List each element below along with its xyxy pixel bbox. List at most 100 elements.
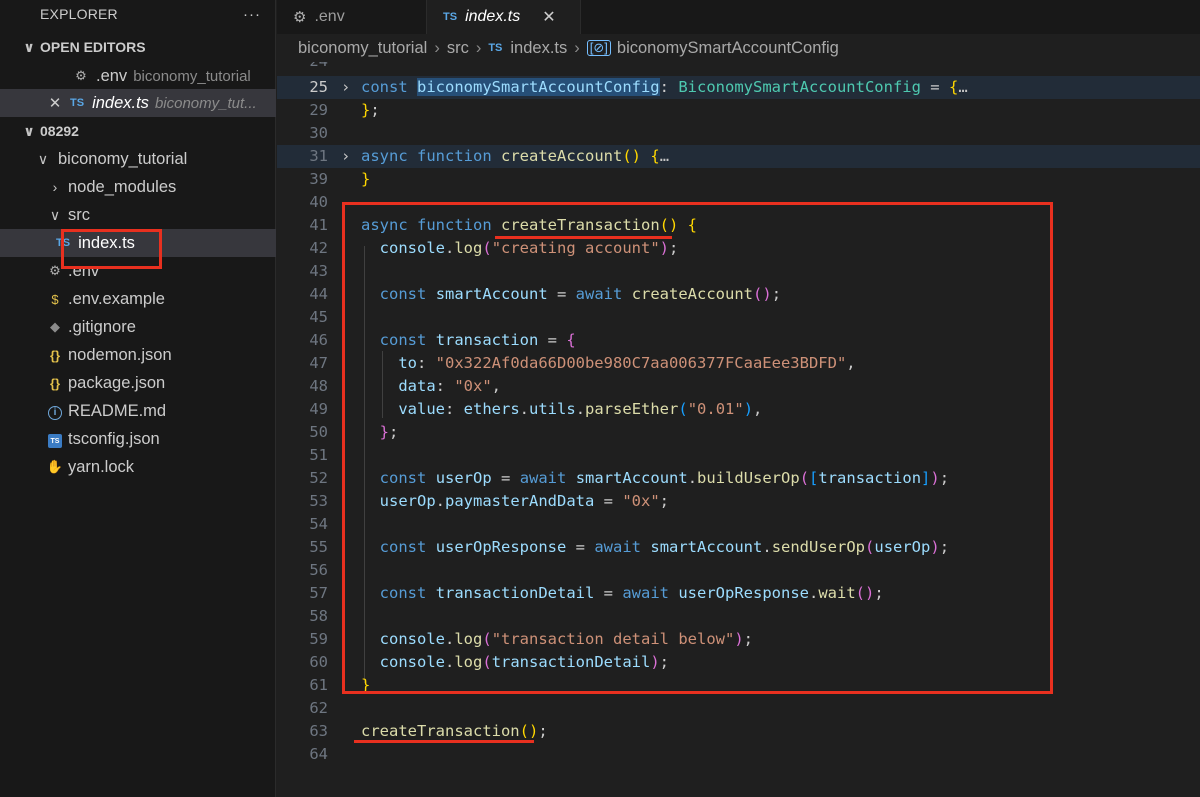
- more-actions-icon[interactable]: ···: [243, 6, 261, 23]
- file-label: package.json: [68, 373, 166, 392]
- tab-label: .env: [314, 8, 345, 25]
- explorer-title: EXPLORER: [40, 6, 118, 22]
- code-line: 25 › const biconomySmartAccountConfig: Bic…: [277, 76, 1200, 99]
- line-number: 59: [309, 630, 328, 648]
- line-number: 40: [309, 193, 328, 211]
- line-number: 58: [309, 607, 328, 625]
- annotation-underline-definition: [495, 236, 672, 239]
- open-editor-name: index.ts: [92, 93, 149, 112]
- typescript-icon: TS: [70, 97, 85, 109]
- line-number: 45: [309, 308, 328, 326]
- info-icon: i: [44, 403, 66, 420]
- folder-node-modules[interactable]: › node_modules: [0, 173, 276, 201]
- gear-icon: ⚙: [75, 68, 87, 83]
- breadcrumb-item[interactable]: src: [447, 39, 469, 58]
- line-number: 50: [309, 423, 328, 441]
- explorer-sidebar: EXPLORER ··· ∨ OPEN EDITORS ⚙ .env bicon…: [0, 0, 276, 797]
- line-number: 49: [309, 400, 328, 418]
- open-editor-desc: biconomy_tut...: [154, 94, 257, 112]
- line-number: 54: [309, 515, 328, 533]
- line-number: 63: [309, 722, 328, 740]
- line-number: 52: [309, 469, 328, 487]
- line-number: 60: [309, 653, 328, 671]
- breadcrumb: biconomy_tutorial › src › TS index.ts › …: [298, 36, 839, 60]
- chevron-down-icon: ∨: [23, 122, 35, 139]
- open-editor-name: .env: [96, 66, 128, 85]
- line-number: 62: [309, 699, 328, 717]
- json-icon: {}: [49, 375, 61, 391]
- breadcrumb-item[interactable]: biconomySmartAccountConfig: [617, 39, 839, 58]
- line-number: 61: [309, 676, 328, 694]
- line-number: 64: [309, 745, 328, 763]
- close-icon[interactable]: ✕: [44, 94, 66, 112]
- line-number: 46: [309, 331, 328, 349]
- line-number: 47: [309, 354, 328, 372]
- folder-label: biconomy_tutorial: [58, 149, 188, 168]
- tsconfig-icon: TS: [44, 431, 66, 448]
- folder-src[interactable]: ∨ src: [0, 201, 276, 229]
- git-icon: ◆: [50, 319, 60, 334]
- breadcrumb-item[interactable]: index.ts: [510, 39, 567, 58]
- chevron-right-icon: ›: [574, 38, 580, 57]
- line-number: 42: [309, 239, 328, 257]
- code-line: 24: [277, 62, 1200, 73]
- dollar-icon: $: [51, 291, 59, 307]
- file-tsconfig[interactable]: TS tsconfig.json: [0, 425, 276, 453]
- code-line: 30: [277, 122, 1200, 145]
- file-label: nodemon.json: [68, 345, 172, 364]
- line-number: 53: [309, 492, 328, 510]
- typescript-icon: TS: [488, 42, 503, 54]
- file-gitignore[interactable]: ◆ .gitignore: [0, 313, 276, 341]
- line-number: 48: [309, 377, 328, 395]
- code-line: 62: [277, 697, 1200, 720]
- open-editor-desc: biconomy_tutorial: [133, 67, 251, 85]
- file-label: README.md: [68, 401, 167, 420]
- gear-icon: ⚙: [293, 9, 307, 26]
- file-env-example[interactable]: $ .env.example: [0, 285, 276, 313]
- code-line: 31 › async function createAccount() {…: [277, 145, 1200, 168]
- line-number: 57: [309, 584, 328, 602]
- fold-chevron-icon[interactable]: ›: [341, 76, 350, 99]
- folder-label: node_modules: [68, 177, 177, 196]
- file-readme[interactable]: i README.md: [0, 397, 276, 425]
- file-label: .env.example: [68, 289, 165, 308]
- line-number: 29: [309, 101, 328, 119]
- file-nodemon-json[interactable]: {} nodemon.json: [0, 341, 276, 369]
- code-line: 29};: [277, 99, 1200, 122]
- file-label: tsconfig.json: [68, 429, 160, 448]
- open-editor-item-env[interactable]: ⚙ .env biconomy_tutorial: [0, 62, 276, 90]
- file-yarn-lock[interactable]: ✋ yarn.lock: [0, 453, 276, 481]
- file-label: yarn.lock: [68, 457, 135, 476]
- code-line: 64: [277, 743, 1200, 766]
- chevron-right-icon: ›: [475, 38, 482, 57]
- chevron-right-icon: ›: [434, 38, 440, 57]
- chevron-right-icon: ›: [52, 179, 58, 195]
- json-icon: {}: [49, 347, 61, 363]
- yarn-icon: ✋: [46, 459, 64, 474]
- workspace-label: 08292: [40, 123, 79, 139]
- file-package-json[interactable]: {} package.json: [0, 369, 276, 397]
- chevron-down-icon: ∨: [49, 206, 61, 223]
- chevron-down-icon: ∨: [37, 150, 49, 167]
- line-number: 24: [277, 62, 328, 73]
- open-editors-section[interactable]: ∨ OPEN EDITORS: [0, 33, 276, 61]
- folder-label: src: [68, 205, 90, 224]
- typescript-icon: TS: [443, 11, 458, 23]
- fold-chevron-icon[interactable]: ›: [341, 145, 350, 168]
- line-number: 41: [309, 216, 328, 234]
- annotation-box-index-file: [61, 229, 162, 269]
- line-number: 44: [309, 285, 328, 303]
- explorer-header: EXPLORER ···: [0, 0, 275, 28]
- open-editors-label: OPEN EDITORS: [40, 39, 146, 55]
- file-label: .gitignore: [68, 317, 136, 336]
- line-number: 31: [309, 147, 328, 165]
- workspace-section[interactable]: ∨ 08292: [0, 117, 276, 145]
- folder-biconomy-tutorial[interactable]: ∨ biconomy_tutorial: [0, 145, 276, 173]
- tab-env[interactable]: ⚙ .env: [277, 0, 427, 34]
- tab-index-ts[interactable]: TS index.ts ✕: [427, 0, 581, 34]
- line-number: 51: [309, 446, 328, 464]
- line-number: 56: [309, 561, 328, 579]
- breadcrumb-item[interactable]: biconomy_tutorial: [298, 39, 427, 58]
- close-icon[interactable]: ✕: [542, 7, 555, 27]
- open-editor-item-index[interactable]: ✕ TS index.ts biconomy_tut...: [0, 89, 276, 117]
